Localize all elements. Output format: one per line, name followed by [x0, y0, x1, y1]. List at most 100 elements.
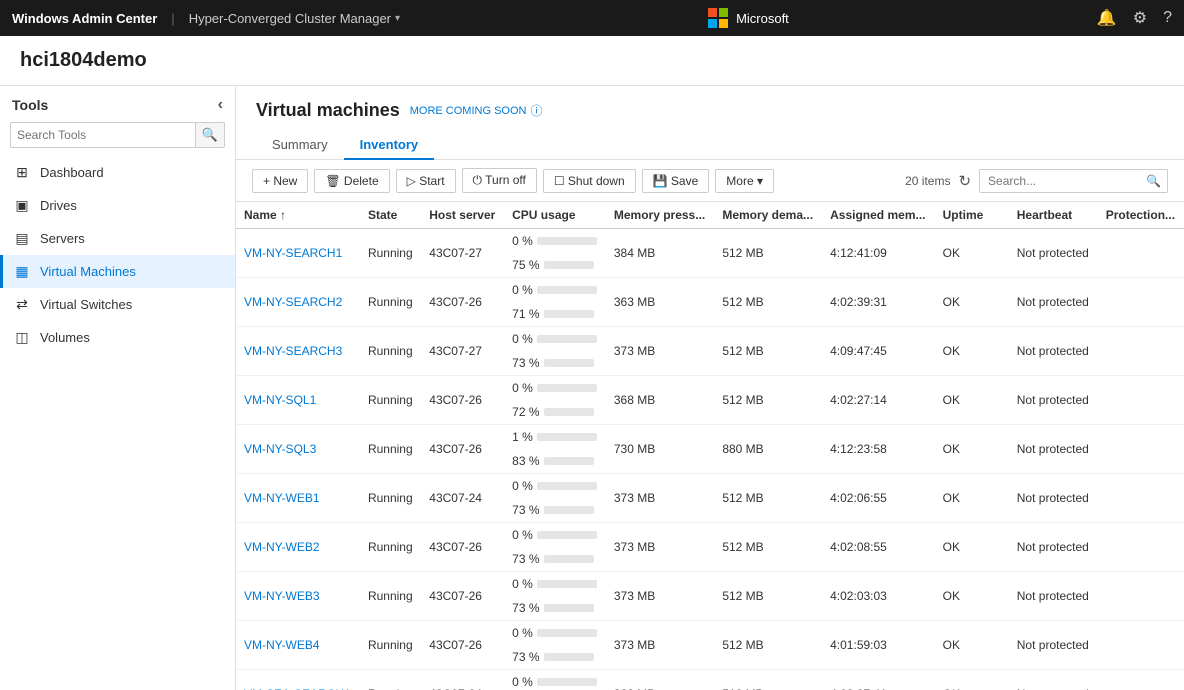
page-title: Virtual machines [256, 100, 400, 121]
vm-state-cell: Running [360, 523, 421, 572]
vm-host-cell: 43C07-26 [421, 523, 504, 572]
vm-mem-demand-cell: 373 MB [606, 474, 714, 523]
sidebar-item-drives[interactable]: ▣ Drives [0, 189, 235, 222]
vm-mem-press-cell: 73 % [504, 645, 606, 669]
vm-mem-demand-cell: 373 MB [606, 621, 714, 670]
vm-name-cell: VM-NY-WEB4 [236, 621, 360, 670]
delete-button[interactable]: 🗑 Delete [314, 169, 389, 193]
start-button[interactable]: ▷ Start [396, 169, 456, 193]
sidebar-item-volumes[interactable]: ◫ Volumes [0, 321, 235, 354]
vm-mem-press-cell: 72 % [504, 400, 606, 424]
vm-assigned-mem-cell: 512 MB [714, 376, 822, 425]
sidebar-item-virtual-switches[interactable]: ⇄ Virtual Switches [0, 288, 235, 321]
virtual-machines-icon: ▦ [14, 263, 30, 280]
sidebar-item-virtual-machines[interactable]: ▦ Virtual Machines [0, 255, 235, 288]
topbar: Windows Admin Center | Hyper-Converged C… [0, 0, 1184, 36]
vm-name-link[interactable]: VM-NY-WEB2 [244, 540, 320, 554]
vm-name-cell: VM-NY-SQL3 [236, 425, 360, 474]
save-button[interactable]: 💾 Save [642, 169, 710, 193]
tools-title: Tools [12, 97, 48, 113]
col-mem-press[interactable]: Memory press... [606, 202, 714, 229]
vm-protection-cell: Not protected [1009, 229, 1098, 278]
servers-icon: ▤ [14, 230, 30, 247]
vm-state-cell: Running [360, 327, 421, 376]
shutdown-button[interactable]: ☐ Shut down [543, 169, 636, 193]
vm-table: Name ↑ State Host server CPU usage Memor… [236, 202, 1184, 690]
vm-heartbeat-cell: OK [935, 474, 1009, 523]
vm-host-cell: 43C07-26 [421, 376, 504, 425]
col-state[interactable]: State [360, 202, 421, 229]
sidebar-search-input[interactable] [11, 124, 195, 146]
vm-cpu-cell: 0 % [504, 474, 606, 498]
vm-name-link[interactable]: VM-NY-WEB3 [244, 589, 320, 603]
new-button[interactable]: + New [252, 169, 308, 193]
sidebar-item-label: Volumes [40, 330, 90, 345]
sidebar-item-dashboard[interactable]: ⊞ Dashboard [0, 156, 235, 189]
vm-assigned-mem-cell: 512 MB [714, 572, 822, 621]
refresh-button[interactable]: ↻ [958, 172, 971, 190]
search-icon[interactable]: 🔍 [1140, 170, 1167, 192]
help-icon[interactable]: ? [1163, 9, 1172, 27]
shutdown-button-label: ☐ Shut down [554, 174, 625, 188]
vm-mem-demand-cell: 384 MB [606, 229, 714, 278]
vm-name-link[interactable]: VM-NY-SEARCH3 [244, 344, 342, 358]
vm-uptime-cell: 4:02:06:55 [822, 474, 935, 523]
search-input[interactable] [980, 170, 1140, 192]
sidebar-search-icon[interactable]: 🔍 [195, 123, 224, 147]
vm-assigned-mem-cell: 512 MB [714, 327, 822, 376]
tab-inventory[interactable]: Inventory [344, 131, 435, 160]
vm-uptime-cell: 4:12:23:58 [822, 425, 935, 474]
cluster-dropdown-icon[interactable]: ▾ [395, 13, 400, 24]
vm-name-link[interactable]: VM-NY-WEB4 [244, 638, 320, 652]
vm-uptime-cell: 4:02:08:55 [822, 523, 935, 572]
vm-name-link[interactable]: VM-NY-WEB1 [244, 491, 320, 505]
more-coming-soon-link[interactable]: MORE COMING SOON ⓘ [410, 102, 543, 119]
ms-logo-q1 [708, 8, 717, 17]
vm-name-link[interactable]: VM-NY-SQL1 [244, 393, 316, 407]
col-assigned-mem[interactable]: Assigned mem... [822, 202, 935, 229]
bell-icon[interactable]: 🔔 [1097, 8, 1117, 28]
vm-mem-press-cell: 83 % [504, 449, 606, 473]
brand-label: Windows Admin Center [12, 11, 157, 26]
vm-host-cell: 43C07-24 [421, 474, 504, 523]
col-uptime[interactable]: Uptime [935, 202, 1009, 229]
vm-cpu-cell: 0 % [504, 572, 606, 596]
new-button-label: + New [263, 174, 297, 188]
vm-name-link[interactable]: VM-NY-SEARCH1 [244, 246, 342, 260]
vm-name-cell: VM-NY-WEB1 [236, 474, 360, 523]
vm-mem-demand-cell: 368 MB [606, 670, 714, 690]
gear-icon[interactable]: ⚙ [1133, 8, 1147, 28]
vm-cpu-cell: 0 % [504, 327, 606, 351]
turnoff-button[interactable]: ⏻ Turn off [462, 168, 537, 193]
vm-heartbeat-cell: OK [935, 327, 1009, 376]
col-cpu[interactable]: CPU usage [504, 202, 606, 229]
vm-name-link[interactable]: VM-NY-SEARCH2 [244, 295, 342, 309]
cluster-label[interactable]: Hyper-Converged Cluster Manager ▾ [189, 11, 400, 26]
col-name[interactable]: Name ↑ [236, 202, 360, 229]
main-title-row: Virtual machines MORE COMING SOON ⓘ [256, 100, 1164, 121]
vm-mem-press-cell: 75 % [504, 253, 606, 277]
microsoft-logo: Microsoft [708, 8, 789, 28]
main-content: Virtual machines MORE COMING SOON ⓘ Summ… [236, 86, 1184, 690]
sidebar-item-servers[interactable]: ▤ Servers [0, 222, 235, 255]
vm-cpu-cell: 0 % [504, 278, 606, 302]
col-heartbeat[interactable]: Heartbeat [1009, 202, 1098, 229]
toolbar-right: 20 items ↻ 🔍 [905, 169, 1168, 193]
items-count: 20 items [905, 174, 950, 188]
vm-protection-cell: Not protected [1009, 621, 1098, 670]
vm-mem-demand-cell: 373 MB [606, 327, 714, 376]
vm-name-cell: VM-NY-WEB2 [236, 523, 360, 572]
info-icon[interactable]: ⓘ [530, 102, 542, 119]
vm-name-link[interactable]: VM-NY-SQL3 [244, 442, 316, 456]
vm-table-container: Name ↑ State Host server CPU usage Memor… [236, 202, 1184, 690]
col-host[interactable]: Host server [421, 202, 504, 229]
vm-host-cell: 43C07-27 [421, 229, 504, 278]
table-row: VM-NY-WEB1Running43C07-240 %73 %373 MB51… [236, 474, 1184, 523]
sidebar-collapse-button[interactable]: ‹ [218, 96, 223, 114]
vm-cpu-cell: 0 % [504, 229, 606, 253]
more-button[interactable]: More ▾ [715, 169, 774, 193]
sidebar-nav: ⊞ Dashboard ▣ Drives ▤ Servers ▦ Virtual… [0, 156, 235, 690]
tab-summary[interactable]: Summary [256, 131, 344, 160]
col-protection[interactable]: Protection... [1098, 202, 1184, 229]
col-mem-demand[interactable]: Memory dema... [714, 202, 822, 229]
